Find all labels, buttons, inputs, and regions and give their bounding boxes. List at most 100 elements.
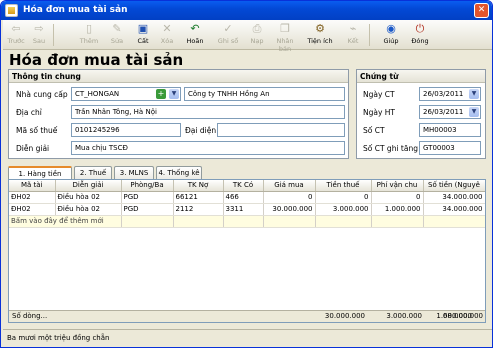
table-header: Mã tài Diễn giải Phòng/Ba TK Nợ TK Có Gi… [9,180,485,192]
voucher-header: Chứng từ [357,70,485,83]
tab-thong-ke[interactable]: 4. Thống kê [156,166,202,179]
app-icon [5,4,18,17]
description-label: Diễn giải [16,144,50,153]
help-icon: ◉ [386,22,396,35]
print-icon: ⎙ [252,22,262,35]
close-window-button[interactable]: ✕ [474,3,489,18]
window-title: Hóa đơn mua tài sản [23,5,128,15]
toolbar: ⇦ Trước ⇨ Sau ▯ Thêm ✎ Sửa ▣ Cất ✕ Xóa ↶ Hoãn ✓… [3,20,492,54]
cell[interactable]: PGD [121,203,174,216]
new-row[interactable]: Bấm vào đây để thêm mới [9,215,485,228]
tab-mlns[interactable]: 3. MLNS [114,166,154,179]
new-row-hint[interactable]: Bấm vào đây để thêm mới [9,215,122,228]
edit-button[interactable]: ✎ Sửa [107,22,127,48]
tab-hang-tien[interactable]: 1. Hàng tiền [8,166,72,180]
representative-label: Đại diện [185,126,217,135]
voucher-no-label: Số CT [363,126,385,135]
address-field[interactable]: Trần Nhân Tông, Hà Nội [71,105,345,119]
cell[interactable]: ĐH02 [9,203,56,216]
cell[interactable]: 3.000.000 [315,203,372,216]
voucher-no-field[interactable]: MH00003 [419,123,481,137]
col-tk-no[interactable]: TK Nợ [173,180,224,192]
delete-icon: ✕ [162,22,172,35]
general-info-group: Thông tin chung Nhà cung cấp CT_HONGAN +… [8,69,349,159]
summary-row: Số dòng... 30.000.000 3.000.000 1.000.00… [9,310,485,322]
cell[interactable]: 30.000.000 [263,203,316,216]
tax-code-field[interactable]: 0101245296 [71,123,181,137]
sum-so-tien: 68.000.000 [442,312,483,320]
table-row[interactable]: ĐH02 Điều hòa 02 PGD 66121 466 0 0 0 34.… [9,191,485,204]
col-so-tien[interactable]: Số tiền (Nguyê [423,180,485,192]
close-button[interactable]: ⏻ Đóng [407,22,433,48]
delete-button[interactable]: ✕ Xóa [157,22,177,48]
general-info-header: Thông tin chung [9,70,348,83]
undo-button[interactable]: ↶ Hoãn [183,22,207,48]
status-bar: Ba mươi một triệu đồng chẵn [3,329,492,347]
tools-icon: ⚙ [315,22,325,35]
representative-field[interactable] [217,123,345,137]
next-button[interactable]: ⇨ Sau [29,22,49,48]
cell[interactable]: 3311 [223,203,264,216]
cell[interactable]: 0 [315,191,372,204]
col-tien-thue[interactable]: Tiền thuế [315,180,372,192]
edit-icon: ✎ [112,22,122,35]
exit-icon: ⏻ [415,22,425,35]
back-button[interactable]: ⇦ Trước [6,22,26,48]
tab-thue[interactable]: 2. Thuế [74,166,112,179]
copy-button[interactable]: ❐ Nhân bản [271,22,299,54]
address-label: Địa chỉ [16,108,42,117]
sum-tien-thue: 3.000.000 [386,312,422,320]
undo-icon: ↶ [190,22,200,35]
chevron-down-icon[interactable]: ▼ [469,107,479,117]
post-icon: ✓ [223,22,233,35]
date-ht-field[interactable]: 26/03/2011 ▼ [419,105,481,119]
arrow-left-icon: ⇦ [11,22,21,35]
new-document-icon: ▯ [85,22,93,35]
date-ct-field[interactable]: 26/03/2011 ▼ [419,87,481,101]
cell[interactable]: 0 [371,191,424,204]
cell[interactable]: Điều hòa 02 [55,203,122,216]
chevron-down-icon[interactable]: ▼ [469,89,479,99]
save-icon: ▣ [137,22,149,35]
page-title: Hóa đơn mua tài sản [9,51,184,69]
cell[interactable]: 0 [263,191,316,204]
cell[interactable]: 34.000.000 [423,191,485,204]
cell[interactable]: 66121 [173,191,224,204]
voucher-group: Chứng từ Ngày CT 26/03/2011 ▼ Ngày HT 26/… [356,69,486,159]
add-button[interactable]: ▯ Thêm [79,22,99,48]
supplier-code-field[interactable]: CT_HONGAN + ▼ [71,87,181,101]
col-gia-mua[interactable]: Giá mua [263,180,316,192]
col-dien-giai[interactable]: Diễn giải [55,180,122,192]
cell[interactable]: 2112 [173,203,224,216]
attach-icon: ⌁ [349,22,357,35]
description-field[interactable]: Mua chịu TSCĐ [71,141,345,155]
date-ht-label: Ngày HT [363,108,396,117]
cell[interactable]: Điều hòa 02 [55,191,122,204]
supplier-name-field[interactable]: Công ty TNHH Hồng An [184,87,345,101]
add-supplier-icon[interactable]: + [156,89,166,99]
arrow-right-icon: ⇨ [34,22,44,35]
cell[interactable]: 34.000.000 [423,203,485,216]
record-no-field[interactable]: GT00003 [419,141,481,155]
save-button[interactable]: ▣ Cất [133,22,153,48]
print-button[interactable]: ⎙ Nạp [247,22,267,48]
cell[interactable]: 466 [223,191,264,204]
cell[interactable]: PGD [121,191,174,204]
tax-code-label: Mã số thuế [16,126,58,135]
cell[interactable]: 1.000.000 [371,203,424,216]
row-count-label: Số dòng... [12,312,48,320]
help-button[interactable]: ◉ Giúp [381,22,401,48]
attach-button[interactable]: ⌁ Kết [343,22,363,48]
post-button[interactable]: ✓ Ghi sổ [215,22,241,48]
col-ma-tai-san[interactable]: Mã tài [9,180,56,192]
items-grid[interactable]: Mã tài Diễn giải Phòng/Ba TK Nợ TK Có Gi… [8,179,486,323]
copy-icon: ❐ [280,22,290,35]
cell[interactable]: ĐH02 [9,191,56,204]
utilities-button[interactable]: ⚙ Tiện ích [303,22,337,48]
col-tk-co[interactable]: TK Có [223,180,264,192]
col-phong-ban[interactable]: Phòng/Ba [121,180,174,192]
record-no-label: Số CT ghi tăng [363,144,418,153]
col-phi-van-chuyen[interactable]: Phí vận chu [371,180,424,192]
chevron-down-icon[interactable]: ▼ [169,89,179,99]
table-row[interactable]: ĐH02 Điều hòa 02 PGD 2112 3311 30.000.00… [9,203,485,216]
